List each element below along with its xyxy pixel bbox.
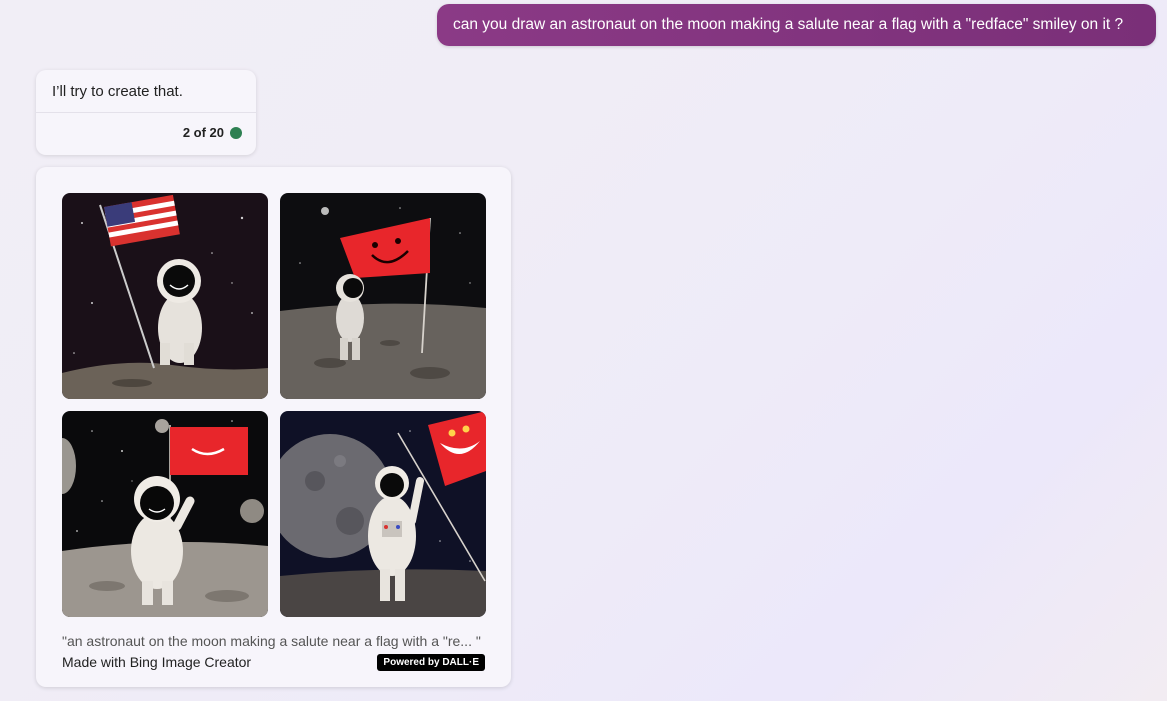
astronaut-flag-image-2 [280,193,486,399]
status-dot-icon [230,126,242,139]
attribution-text: Made with Bing Image Creator [62,654,252,670]
generated-image-4[interactable] [280,411,486,617]
turn-counter: 2 of 20 [183,125,242,140]
bot-message-divider [36,112,256,113]
bot-message-bubble: I’ll try to create that. 2 of 20 [36,70,256,155]
astronaut-flag-image-3 [62,411,268,617]
image-prompt-text: "an astronaut on the moon making a salut… [62,633,481,649]
astronaut-flag-image-4 [280,411,486,617]
powered-by-badge: Powered by DALL·E [377,654,485,671]
image-result-card: "an astronaut on the moon making a salut… [36,167,511,687]
generated-image-2[interactable] [280,193,486,399]
astronaut-flag-image-1 [62,193,268,399]
bot-message-text: I’ll try to create that. [52,83,183,100]
generated-image-3[interactable] [62,411,268,617]
user-message-bubble: can you draw an astronaut on the moon ma… [437,4,1156,46]
generated-image-1[interactable] [62,193,268,399]
turn-counter-text: 2 of 20 [182,125,224,140]
user-message-text: can you draw an astronaut on the moon ma… [453,16,1124,33]
